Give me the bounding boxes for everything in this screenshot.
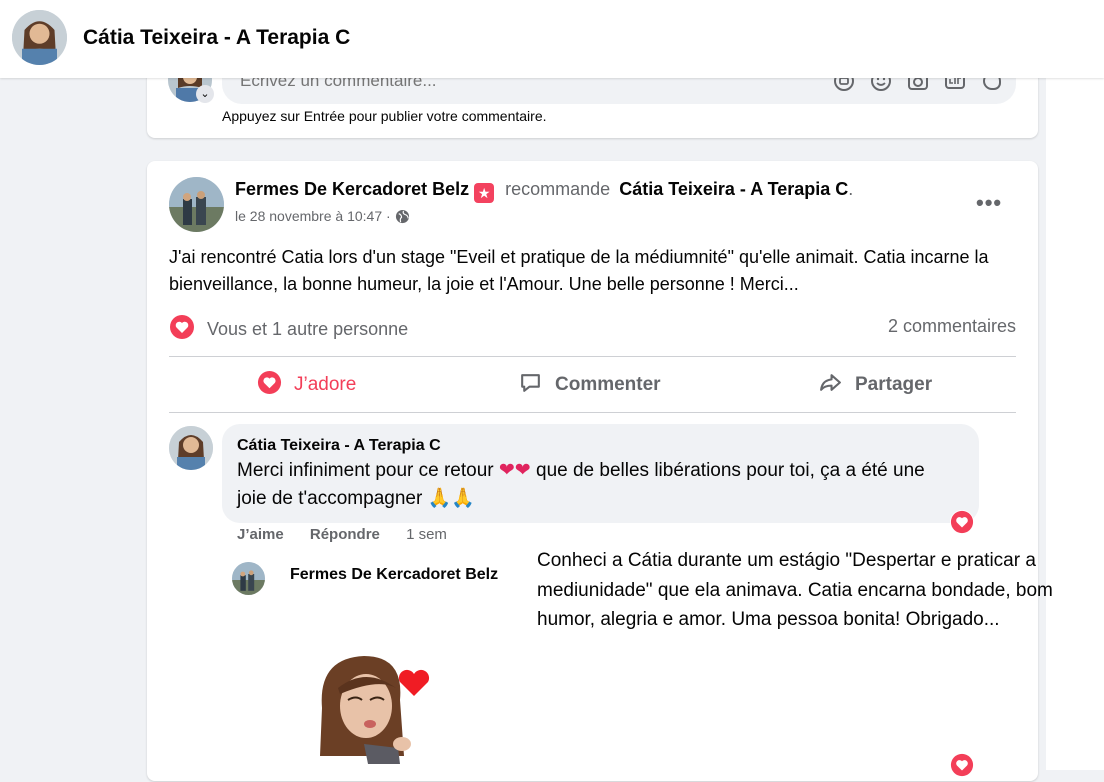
divider-bottom <box>169 412 1016 413</box>
post-options-icon[interactable]: ••• <box>976 190 1002 216</box>
love-button[interactable]: J’adore <box>257 368 356 402</box>
reply-author-avatar[interactable] <box>232 562 265 595</box>
globe-icon <box>395 209 410 227</box>
post-verb: recommande <box>505 179 611 199</box>
love-button-label: J’adore <box>294 374 357 395</box>
comment-text: Merci infiniment pour ce retour ❤❤ que d… <box>237 457 957 513</box>
reply-author-name[interactable]: Fermes De Kercadoret Belz <box>290 566 498 584</box>
love-reaction-icon[interactable] <box>169 314 195 345</box>
comment-actions: J’aime Répondre 1 sem <box>237 526 447 543</box>
page-header: Cátia Teixeira - A Terapia C <box>0 0 1104 78</box>
praying-hands-emoji: 🙏🙏 <box>427 488 475 509</box>
divider-top <box>169 356 1016 357</box>
post-meta: le 28 novembre à 10:47 · <box>235 208 410 227</box>
reactions-text[interactable]: Vous et 1 autre personne <box>207 319 408 340</box>
comment-button[interactable]: Commenter <box>518 368 661 402</box>
comment-time[interactable]: 1 sem <box>406 526 447 543</box>
comment-author-avatar[interactable] <box>169 426 213 470</box>
side-panel <box>1046 78 1104 770</box>
post-target-suffix: . <box>848 179 854 199</box>
page-title: Cátia Teixeira - A Terapia C <box>83 26 351 49</box>
share-button-label: Partager <box>855 374 933 395</box>
post-header: Fermes De Kercadoret Belz ★ recommande C… <box>235 179 853 203</box>
post-author-name[interactable]: Fermes De Kercadoret Belz <box>235 179 469 199</box>
post-target-name[interactable]: Cátia Teixeira - A Terapia C <box>619 179 848 199</box>
love-icon <box>257 370 282 401</box>
comment-love-badge[interactable] <box>950 510 974 534</box>
reaction-summary: Vous et 1 autre personne 2 commentaires <box>169 312 1016 344</box>
share-icon <box>818 370 843 401</box>
comment-button-label: Commenter <box>555 374 661 395</box>
bottom-love-badge[interactable] <box>950 753 974 777</box>
comments-count[interactable]: 2 commentaires <box>888 316 1016 337</box>
page-avatar[interactable] <box>12 10 67 65</box>
post-text: J'ai rencontré Catia lors d'un stage "Ev… <box>169 247 989 294</box>
recommend-badge-icon: ★ <box>474 183 495 203</box>
avatar-kiss-sticker <box>308 648 438 764</box>
comment-like-button[interactable]: J’aime <box>237 526 284 543</box>
translation-text: Conheci a Cátia durante um estágio "Desp… <box>537 550 1053 630</box>
comment-reply-button[interactable]: Répondre <box>310 526 380 543</box>
avatar-dropdown-icon[interactable]: ⌄ <box>196 85 214 103</box>
comment-text-part1: Merci infiniment pour ce retour <box>237 460 494 481</box>
comment-icon <box>518 370 543 401</box>
post-author-avatar[interactable] <box>169 177 224 232</box>
post-date[interactable]: le 28 novembre à 10:47 · <box>235 208 391 224</box>
comment-author-name[interactable]: Cátia Teixeira - A Terapia C <box>237 437 441 455</box>
hearts-emoji: ❤❤ <box>498 460 531 481</box>
share-button[interactable]: Partager <box>818 368 932 402</box>
comment-hint: Appuyez sur Entrée pour publier votre co… <box>222 108 547 124</box>
